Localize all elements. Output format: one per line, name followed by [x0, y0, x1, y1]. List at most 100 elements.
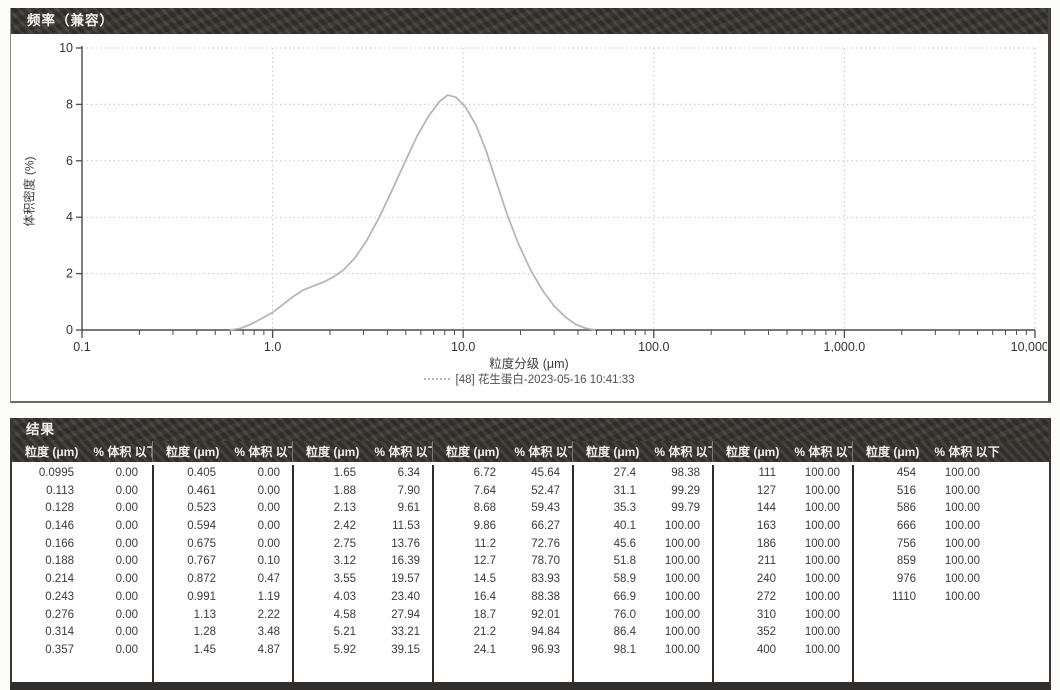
- table-row: 2.4211.53: [294, 518, 432, 536]
- size-cell: 0.461: [154, 483, 218, 501]
- table-row: 1110100.00: [854, 589, 1049, 607]
- size-cell: 18.7: [434, 607, 498, 625]
- size-cell: 45.6: [574, 536, 638, 554]
- size-cell: 0.243: [12, 589, 76, 607]
- size-cell: 2.13: [294, 500, 358, 518]
- table-row: 0.2140.00: [12, 571, 152, 589]
- pct-cell: 0.00: [76, 571, 146, 589]
- pct-cell: 100.00: [778, 500, 848, 518]
- table-row: 272100.00: [714, 589, 852, 607]
- results-column-group: 454100.00516100.00586100.00666100.007561…: [852, 465, 1049, 682]
- table-row: 2.139.61: [294, 500, 432, 518]
- table-row: 0.1460.00: [12, 518, 152, 536]
- results-column-group: 1.656.341.887.902.139.612.4211.532.7513.…: [292, 465, 432, 682]
- size-col-header: 粒度 (μm): [586, 443, 639, 460]
- pct-cell: 94.84: [498, 624, 568, 642]
- table-row: 0.1130.00: [12, 483, 152, 501]
- pct-cell: 100.00: [918, 536, 988, 554]
- pct-cell: 100.00: [638, 624, 708, 642]
- table-row: 0.1660.00: [12, 536, 152, 554]
- table-row: 24.196.93: [434, 642, 572, 660]
- pct-col-header: % 体积 以下: [514, 443, 572, 460]
- size-cell: 1.28: [154, 624, 218, 642]
- table-row: 0.3570.00: [12, 642, 152, 660]
- y-tick-label: 6: [66, 154, 73, 168]
- pct-cell: 4.87: [218, 642, 288, 660]
- table-row: 310100.00: [714, 607, 852, 625]
- results-header-group: 粒度 (μm)% 体积 以下: [152, 441, 292, 462]
- pct-cell: 83.93: [498, 571, 568, 589]
- pct-cell: 0.00: [76, 624, 146, 642]
- table-row: 27.498.38: [574, 465, 712, 483]
- table-row: 859100.00: [854, 553, 1049, 571]
- pct-cell: 3.48: [218, 624, 288, 642]
- pct-cell: 100.00: [918, 465, 988, 483]
- table-row: 21.294.84: [434, 624, 572, 642]
- size-cell: 98.1: [574, 642, 638, 660]
- size-cell: 976: [854, 571, 918, 589]
- table-row: 7.6452.47: [434, 483, 572, 501]
- pct-cell: 100.00: [778, 589, 848, 607]
- results-table-body: 0.09950.000.1130.000.1280.000.1460.000.1…: [12, 462, 1049, 682]
- x-tick-label: 1,000.0: [824, 340, 866, 352]
- table-row: 6.7245.64: [434, 465, 572, 483]
- size-cell: 400: [714, 642, 778, 660]
- size-cell: 0.314: [12, 624, 76, 642]
- table-row: 1.454.87: [154, 642, 292, 660]
- table-row: 8.6859.43: [434, 500, 572, 518]
- size-cell: 163: [714, 518, 778, 536]
- y-tick-label: 2: [66, 267, 73, 281]
- size-cell: 1110: [854, 589, 918, 607]
- frequency-chart: 02468100.11.010.0100.01,000.010,000.0: [11, 34, 1047, 352]
- pct-col-header: % 体积 以下: [234, 443, 292, 460]
- size-cell: 14.5: [434, 571, 498, 589]
- pct-cell: 100.00: [778, 607, 848, 625]
- pct-cell: 0.00: [76, 553, 146, 571]
- pct-cell: 6.34: [358, 465, 428, 483]
- pct-col-header: % 体积 以下: [794, 443, 852, 460]
- pct-cell: 98.38: [638, 465, 708, 483]
- results-column-group: 0.4050.000.4610.000.5230.000.5940.000.67…: [152, 465, 292, 682]
- pct-cell: 0.00: [76, 589, 146, 607]
- table-row: 4.5827.94: [294, 607, 432, 625]
- y-tick-label: 4: [66, 210, 73, 224]
- table-row: 35.399.79: [574, 500, 712, 518]
- size-cell: 310: [714, 607, 778, 625]
- table-row: 0.4050.00: [154, 465, 292, 483]
- y-tick-label: 8: [66, 97, 73, 111]
- pct-cell: 0.00: [76, 607, 146, 625]
- size-cell: 31.1: [574, 483, 638, 501]
- table-row: 111100.00: [714, 465, 852, 483]
- size-cell: 0.146: [12, 518, 76, 536]
- pct-cell: 99.29: [638, 483, 708, 501]
- table-row: 14.583.93: [434, 571, 572, 589]
- size-cell: 144: [714, 500, 778, 518]
- pct-cell: 100.00: [778, 483, 848, 501]
- table-row: 400100.00: [714, 642, 852, 660]
- pct-cell: 2.22: [218, 607, 288, 625]
- size-cell: 6.72: [434, 465, 498, 483]
- pct-cell: 100.00: [638, 607, 708, 625]
- pct-cell: 0.00: [218, 483, 288, 501]
- table-row: 666100.00: [854, 518, 1049, 536]
- size-cell: 2.75: [294, 536, 358, 554]
- pct-cell: 0.00: [218, 536, 288, 554]
- results-column-group: 6.7245.647.6452.478.6859.439.8666.2711.2…: [432, 465, 572, 682]
- pct-cell: 52.47: [498, 483, 568, 501]
- size-cell: 51.8: [574, 553, 638, 571]
- pct-cell: 0.00: [218, 500, 288, 518]
- results-panel-title: 结果: [12, 418, 1049, 441]
- pct-cell: 16.39: [358, 553, 428, 571]
- table-row: 240100.00: [714, 571, 852, 589]
- pct-cell: 0.00: [76, 500, 146, 518]
- x-tick-label: 10,000.0: [1011, 340, 1047, 352]
- pct-cell: 100.00: [778, 553, 848, 571]
- pct-cell: 0.00: [76, 465, 146, 483]
- size-cell: 3.12: [294, 553, 358, 571]
- y-tick-label: 10: [59, 41, 73, 55]
- x-axis-title: 粒度分级 (μm): [11, 353, 1047, 372]
- pct-cell: 100.00: [918, 518, 988, 536]
- size-cell: 756: [854, 536, 918, 554]
- table-row: 12.778.70: [434, 553, 572, 571]
- results-column-group: 27.498.3831.199.2935.399.7940.1100.0045.…: [572, 465, 712, 682]
